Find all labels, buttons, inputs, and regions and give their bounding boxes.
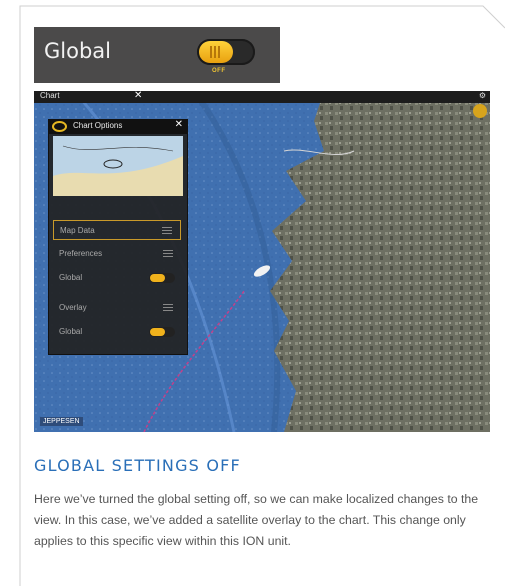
caption-body: Here we’ve turned the global setting off… bbox=[34, 492, 479, 548]
panel-header: Chart Options ✕ bbox=[49, 119, 187, 134]
global-setting-bar: Global OFF bbox=[34, 27, 280, 83]
panel-item-label: Global bbox=[59, 273, 83, 282]
menu-icon bbox=[163, 304, 173, 312]
chart-preview-thumbnail bbox=[53, 136, 183, 196]
overlay-global-mini-toggle[interactable] bbox=[149, 327, 175, 337]
global-toggle[interactable] bbox=[197, 39, 255, 65]
screen-menu-icon[interactable]: ⚙ bbox=[479, 91, 486, 100]
panel-item-preferences[interactable]: Preferences bbox=[53, 244, 181, 264]
panel-item-map-data[interactable]: Map Data bbox=[53, 220, 181, 240]
humminbird-logo-icon bbox=[52, 121, 67, 132]
panel-item-label: Overlay bbox=[59, 303, 87, 312]
global-mini-toggle[interactable] bbox=[149, 273, 175, 283]
chart-screenshot: Chart ✕ ⚙ Chart Options ✕ Map Data Prefe… bbox=[34, 91, 490, 432]
chart-options-panel: Chart Options ✕ Map Data Preferences Glo… bbox=[48, 119, 188, 355]
screen-title: Chart bbox=[40, 91, 60, 100]
panel-title: Chart Options bbox=[73, 121, 123, 130]
screen-title-bar: Chart ✕ ⚙ bbox=[34, 91, 490, 103]
panel-item-overlay-global[interactable]: Global bbox=[53, 322, 181, 342]
jeppesen-watermark: JEPPESEN bbox=[40, 417, 83, 426]
menu-icon bbox=[163, 250, 173, 258]
menu-icon bbox=[162, 227, 172, 235]
panel-item-label: Global bbox=[59, 327, 83, 336]
panel-item-global[interactable]: Global bbox=[53, 268, 181, 288]
toggle-knob[interactable] bbox=[199, 41, 233, 63]
panel-close-icon[interactable]: ✕ bbox=[175, 119, 183, 130]
global-label: Global bbox=[44, 39, 111, 63]
toggle-state-label: OFF bbox=[212, 68, 226, 74]
panel-item-label: Preferences bbox=[59, 249, 103, 258]
screen-close-icon[interactable]: ✕ bbox=[134, 91, 142, 101]
panel-item-overlay[interactable]: Overlay bbox=[53, 298, 181, 318]
panel-item-label: Map Data bbox=[60, 226, 95, 235]
section-heading: GLOBAL SETTINGS OFF bbox=[34, 456, 241, 475]
